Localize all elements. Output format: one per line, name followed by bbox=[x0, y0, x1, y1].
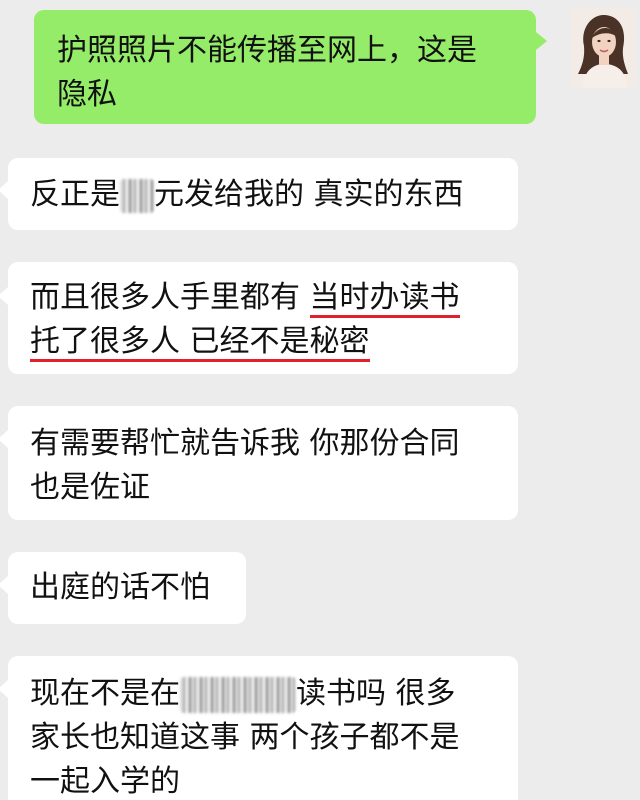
message-text-line: 隐私 bbox=[57, 77, 117, 112]
message-text: 而且很多人手里都有 bbox=[30, 280, 310, 315]
message-text-line: 家长也知道这事 两个孩子都不是 bbox=[30, 720, 460, 755]
redacted-blur bbox=[120, 178, 154, 213]
incoming-message-bubble[interactable]: 而且很多人手里都有 当时办读书 托了很多人 已经不是秘密 bbox=[8, 262, 518, 374]
message-text: 反正是 bbox=[30, 177, 120, 212]
bubble-tail bbox=[0, 430, 8, 448]
highlighted-text: 当时办读书 bbox=[309, 280, 460, 318]
message-text-line: 托了很多人 已经不是秘密 bbox=[30, 320, 518, 364]
message-text-line: 现在不是在 读书吗 很多 bbox=[30, 672, 518, 716]
bubble-tail bbox=[0, 680, 8, 698]
bubble-tail bbox=[0, 576, 8, 594]
incoming-message-bubble[interactable]: 现在不是在 读书吗 很多 家长也知道这事 两个孩子都不是 一起入学的 bbox=[8, 656, 518, 800]
message-text-line: 而且很多人手里都有 当时办读书 bbox=[30, 276, 518, 320]
outgoing-message-bubble[interactable]: 护照照片不能传播至网上，这是 隐私 bbox=[34, 10, 536, 124]
redacted-blur bbox=[180, 676, 296, 713]
message-text: 元发给我的 真实的东西 bbox=[154, 177, 464, 212]
incoming-message-bubble[interactable]: 有需要帮忙就告诉我 你那份合同 也是佐证 bbox=[8, 406, 518, 520]
message-text: 现在不是在 bbox=[30, 676, 180, 711]
incoming-message-bubble[interactable]: 反正是 元发给我的 真实的东西 bbox=[8, 158, 518, 230]
message-text: 读书吗 很多 bbox=[296, 676, 456, 711]
sender-avatar-icon[interactable] bbox=[570, 8, 636, 88]
message-text-line: 反正是 元发给我的 真实的东西 bbox=[30, 173, 518, 217]
message-text-line: 出庭的话不怕 bbox=[30, 570, 210, 605]
bubble-tail bbox=[536, 32, 547, 50]
highlighted-text: 托了很多人 已经不是秘密 bbox=[30, 324, 370, 362]
message-text-line: 有需要帮忙就告诉我 你那份合同 bbox=[30, 426, 460, 461]
message-text-line: 护照照片不能传播至网上，这是 bbox=[57, 33, 477, 68]
bubble-tail bbox=[0, 181, 8, 199]
incoming-message-bubble[interactable]: 出庭的话不怕 bbox=[8, 552, 246, 624]
message-text-line: 也是佐证 bbox=[30, 470, 150, 505]
bubble-tail bbox=[0, 287, 8, 305]
chat-window: 护照照片不能传播至网上，这是 隐私 反正是 元发给我的 真实的东西 而且很多人手里… bbox=[0, 0, 640, 800]
message-text-line: 一起入学的 bbox=[30, 764, 180, 799]
